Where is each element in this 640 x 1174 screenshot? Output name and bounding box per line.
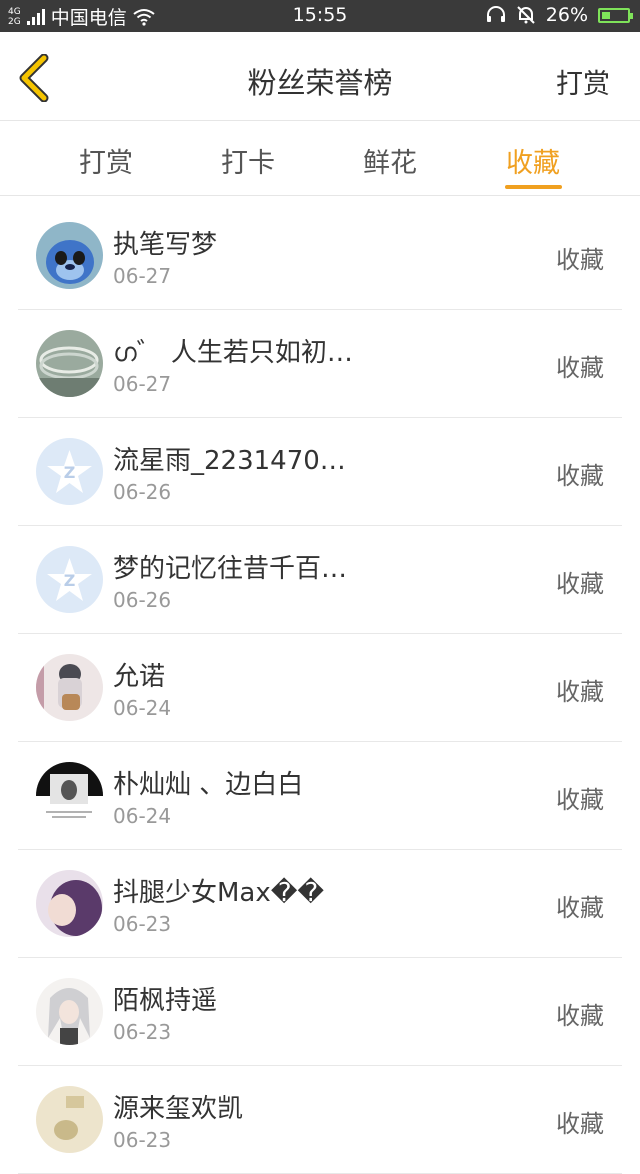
active-tab-indicator [505,185,562,189]
list-item[interactable]: 陌枫持遥 06-23 收藏 [18,958,622,1066]
user-name: 源来玺欢凯 [113,1094,244,1124]
avatar [36,762,103,829]
date: 06-26 [113,588,172,612]
fan-list: 执笔写梦 06-27 收藏 ഗ゛ 人生若只如初… 06-27 收藏 Z 流星雨_… [18,202,622,1174]
user-name: 陌枫持遥 [113,986,218,1016]
status-bar: 4G 2G 中国电信 15:55 26% [0,0,640,32]
tab-flowers[interactable]: 鲜花 [340,141,440,180]
date: 06-23 [113,912,172,936]
favorite-label: 收藏 [556,1002,604,1030]
avatar [36,654,103,721]
date: 06-27 [113,372,172,396]
list-item[interactable]: 抖腿少女Max�� 06-23 收藏 [18,850,622,958]
avatar [36,222,103,289]
user-name: ഗ゛ 人生若只如初… [113,338,353,368]
user-name: 允诺 [113,662,166,692]
tab-reward[interactable]: 打赏 [56,141,156,180]
favorite-label: 收藏 [556,786,604,814]
battery-icon [598,7,633,23]
user-name: 流星雨_2231470… [113,446,346,476]
date: 06-23 [113,1020,172,1044]
user-name: 抖腿少女Max�� [113,878,325,908]
avatar: Z [36,546,103,613]
list-item[interactable]: 允诺 06-24 收藏 [18,634,622,742]
svg-text:Z: Z [64,571,76,590]
headset-icon [486,6,505,22]
date: 06-27 [113,264,172,288]
page-title: 粉丝荣誉榜 [247,66,393,100]
favorite-label: 收藏 [556,1110,604,1138]
date: 06-23 [113,1128,172,1152]
favorite-label: 收藏 [556,462,604,490]
reward-button[interactable]: 打赏 [556,62,610,101]
list-item[interactable]: 朴灿灿 、边白白 06-24 收藏 [18,742,622,850]
list-item[interactable]: Z 流星雨_2231470… 06-26 收藏 [18,418,622,526]
user-name: 朴灿灿 、边白白 [113,770,304,800]
list-item[interactable]: Z 梦的记忆往昔千百… 06-26 收藏 [18,526,622,634]
list-item[interactable]: ഗ゛ 人生若只如初… 06-27 收藏 [18,310,622,418]
avatar [36,978,103,1045]
tab-bar: 打赏 打卡 鲜花 收藏 [0,121,640,196]
battery-percent: 26% [545,4,588,26]
user-name: 梦的记忆往昔千百… [113,554,348,584]
date: 06-24 [113,696,172,720]
tab-favorites[interactable]: 收藏 [483,141,583,180]
svg-text:Z: Z [64,463,76,482]
list-item[interactable]: 执笔写梦 06-27 收藏 [18,202,622,310]
status-right: 26% [486,4,633,26]
favorite-label: 收藏 [556,246,604,274]
tab-checkin[interactable]: 打卡 [198,141,298,180]
avatar: Z [36,438,103,505]
favorite-label: 收藏 [556,354,604,382]
top-nav-bar: 粉丝荣誉榜 打赏 [0,32,640,121]
user-name: 执笔写梦 [113,230,218,260]
favorite-label: 收藏 [556,894,604,922]
date: 06-26 [113,480,172,504]
mute-bell-icon [517,6,535,24]
favorite-label: 收藏 [556,570,604,598]
favorite-label: 收藏 [556,678,604,706]
date: 06-24 [113,804,172,828]
list-item[interactable]: 源来玺欢凯 06-23 收藏 [18,1066,622,1174]
avatar [36,1086,103,1153]
avatar [36,330,103,397]
avatar [36,870,103,937]
